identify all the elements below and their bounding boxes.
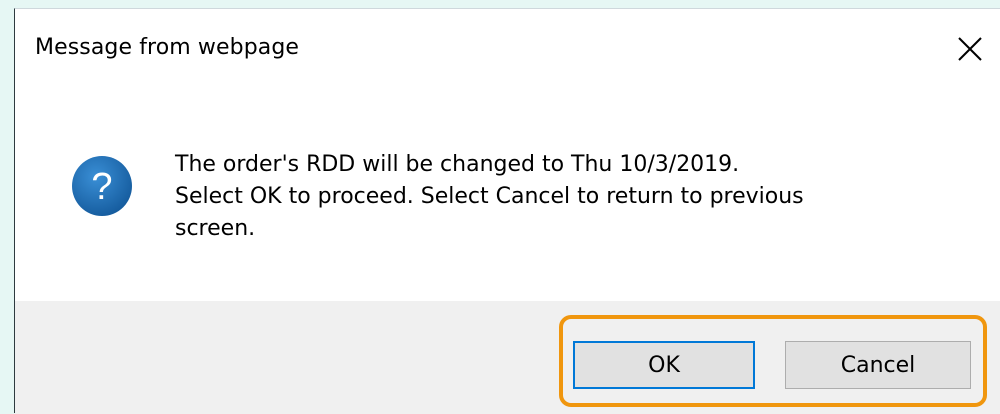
ok-button[interactable]: OK [573, 341, 755, 389]
title-bar: Message from webpage [15, 9, 1000, 89]
button-bar: OK Cancel [15, 301, 1000, 414]
svg-text:?: ? [91, 166, 112, 208]
close-button[interactable] [948, 27, 992, 71]
question-icon: ? [72, 156, 132, 216]
message-line: The order's RDD will be changed to Thu 1… [175, 152, 740, 177]
close-icon [958, 37, 982, 61]
message-line: screen. [175, 216, 256, 241]
message-area: ? The order's RDD will be changed to Thu… [15, 89, 1000, 301]
message-dialog: Message from webpage ? The order's RDD w… [14, 8, 1000, 414]
message-line: Select OK to proceed. Select Cancel to r… [175, 184, 804, 209]
cancel-button[interactable]: Cancel [785, 341, 971, 389]
dialog-title: Message from webpage [35, 35, 300, 60]
message-text: The order's RDD will be changed to Thu 1… [175, 149, 965, 245]
